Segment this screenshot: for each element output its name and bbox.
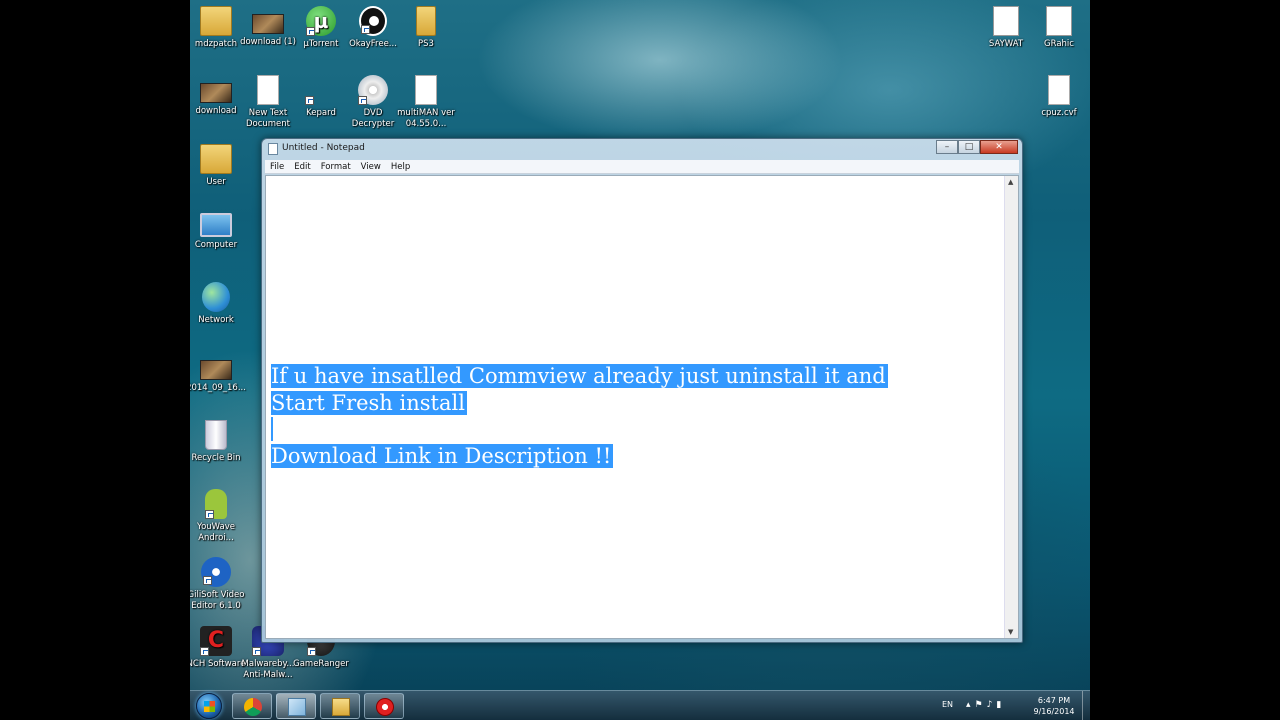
vertical-scrollbar[interactable]: ▲ ▼: [1004, 176, 1018, 638]
computer-icon: [200, 213, 232, 237]
chrome-icon: [244, 698, 262, 716]
menu-view[interactable]: View: [356, 160, 386, 173]
shortcut-arrow-icon: [305, 96, 314, 105]
shortcut-arrow-icon: [306, 27, 315, 36]
folder-icon: [200, 6, 232, 36]
clock-date: 9/16/2014: [1033, 707, 1075, 716]
dvd-disc-icon: [358, 75, 388, 105]
menu-bar: File Edit Format View Help: [265, 160, 1019, 174]
text-edit-area[interactable]: If u have insatlled Commview already jus…: [265, 175, 1019, 639]
network-signal-icon[interactable]: ▮: [996, 700, 1005, 710]
user-folder-icon: [200, 144, 232, 174]
desktop-icon-computer[interactable]: Computer: [190, 213, 247, 251]
nch-icon: C: [200, 626, 232, 656]
recorder-icon: [376, 698, 394, 716]
document-icon: [1048, 75, 1070, 105]
desktop-icon-grahic[interactable]: GRahic: [1028, 6, 1090, 50]
text-line: If u have insatlled Commview already jus…: [271, 364, 888, 388]
desktop-icon-user[interactable]: User: [190, 144, 247, 188]
tray-icons: ▴⚑♪▮: [966, 700, 1005, 710]
recycle-bin-icon: [205, 420, 227, 450]
desktop-icon-gilisoft[interactable]: GiliSoft Video Editor 6.1.0: [190, 557, 247, 612]
action-center-flag-icon[interactable]: ⚑: [975, 700, 987, 710]
image-thumbnail-icon: [252, 14, 284, 34]
taskbar-explorer[interactable]: [320, 693, 360, 719]
android-icon: [205, 489, 227, 519]
image-thumbnail-icon: [200, 83, 232, 103]
window-controls: – □ ✕: [936, 140, 1018, 155]
desktop-icon-multiman[interactable]: multiMAN ver 04.55.0...: [395, 75, 457, 130]
utorrent-icon: µ: [306, 6, 336, 36]
scroll-up-icon[interactable]: ▲: [1008, 178, 1013, 186]
taskbar-recorder[interactable]: [364, 693, 404, 719]
document-icon: [415, 75, 437, 105]
explorer-icon: [332, 698, 350, 716]
clock[interactable]: 6:47 PM 9/16/2014: [1030, 695, 1078, 717]
paper-icon: [993, 6, 1019, 36]
desktop-icon-video-2014[interactable]: 2014_09_16...: [190, 352, 247, 394]
menu-format[interactable]: Format: [316, 160, 356, 173]
notepad-window[interactable]: Untitled - Notepad – □ ✕ File Edit Forma…: [261, 138, 1023, 643]
taskbar: EN ▴⚑♪▮ 6:47 PM 9/16/2014: [190, 690, 1090, 720]
scroll-down-icon[interactable]: ▼: [1008, 628, 1013, 636]
window-title: Untitled - Notepad: [282, 143, 365, 153]
desktop-icon-recycle-bin[interactable]: Recycle Bin: [190, 420, 247, 464]
desktop-icon-cpuz[interactable]: cpuz.cvf: [1028, 75, 1090, 119]
show-desktop-button[interactable]: [1082, 691, 1090, 720]
menu-edit[interactable]: Edit: [289, 160, 315, 173]
folder-icon: [416, 6, 436, 36]
shortcut-arrow-icon: [205, 510, 214, 519]
maximize-button[interactable]: □: [958, 140, 980, 154]
paper-icon: [1046, 6, 1072, 36]
shortcut-arrow-icon: [252, 647, 261, 656]
system-tray: EN ▴⚑♪▮ 6:47 PM 9/16/2014: [930, 691, 1090, 720]
desktop-icon-ps3[interactable]: PS3: [395, 6, 457, 50]
start-button[interactable]: [196, 693, 222, 719]
shortcut-arrow-icon: [361, 25, 370, 34]
language-indicator[interactable]: EN: [942, 700, 953, 709]
minimize-button[interactable]: –: [936, 140, 958, 154]
app-shortcut-icon: [305, 75, 337, 105]
notepad-icon: [268, 143, 278, 155]
shortcut-arrow-icon: [203, 576, 212, 585]
taskbar-chrome[interactable]: [232, 693, 272, 719]
shortcut-arrow-icon: [200, 647, 209, 656]
text-line: Download Link in Description !!: [271, 443, 614, 468]
text-line: [271, 416, 888, 443]
desktop: mdzpatch download (1) µ µTorrent OkayFre…: [190, 0, 1090, 720]
desktop-icon-network[interactable]: Network: [190, 282, 247, 326]
volume-icon[interactable]: ♪: [987, 700, 997, 710]
desktop-icon-youwave[interactable]: YouWave Androi...: [190, 489, 247, 544]
title-bar[interactable]: Untitled - Notepad – □ ✕: [262, 139, 1022, 159]
eye-app-icon: [359, 6, 387, 36]
video-thumbnail-icon: [200, 360, 232, 380]
film-reel-icon: [201, 557, 231, 587]
show-hidden-icons-icon[interactable]: ▴: [966, 700, 975, 710]
network-globe-icon: [202, 282, 230, 312]
shortcut-arrow-icon: [307, 647, 316, 656]
menu-file[interactable]: File: [265, 160, 289, 173]
document-text[interactable]: If u have insatlled Commview already jus…: [271, 363, 888, 469]
clock-time: 6:47 PM: [1037, 696, 1071, 705]
taskbar-window-switcher[interactable]: [276, 693, 316, 719]
shortcut-arrow-icon: [358, 96, 367, 105]
text-line: Start Fresh install: [271, 390, 467, 415]
window-switcher-icon: [288, 698, 306, 716]
menu-help[interactable]: Help: [386, 160, 415, 173]
text-document-icon: [257, 75, 279, 105]
close-button[interactable]: ✕: [980, 140, 1018, 154]
